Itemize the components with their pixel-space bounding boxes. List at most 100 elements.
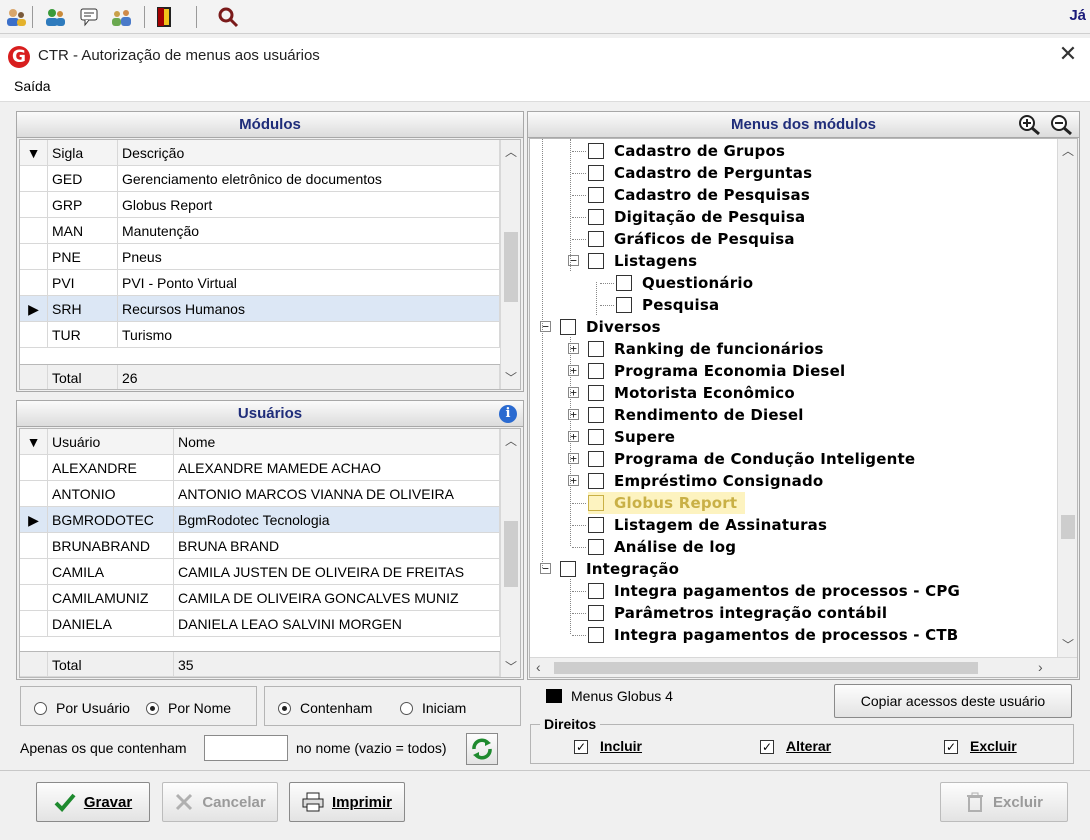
scroll-down-icon[interactable]: ﹀ <box>501 368 520 388</box>
tree-checkbox[interactable] <box>616 297 632 313</box>
people-icon[interactable] <box>110 5 134 29</box>
chat-icon[interactable] <box>78 5 102 29</box>
tree-checkbox[interactable] <box>588 341 604 357</box>
imprimir-button[interactable]: Imprimir <box>289 782 405 822</box>
table-row[interactable]: ALEXANDRE ALEXANDRE MAMEDE ACHAO <box>20 455 500 481</box>
tree-node[interactable]: Rendimento de Diesel <box>588 404 804 426</box>
user-group-icon[interactable] <box>44 5 68 29</box>
scroll-right-icon[interactable]: › <box>1038 659 1043 675</box>
scroll-thumb[interactable] <box>504 521 518 587</box>
cancelar-button[interactable]: Cancelar <box>162 782 278 822</box>
exit-door-icon[interactable] <box>152 5 176 29</box>
scroll-thumb[interactable] <box>554 662 978 674</box>
tree-node[interactable]: Cadastro de Grupos <box>588 140 785 162</box>
table-row[interactable]: BRUNABRAND BRUNA BRAND <box>20 533 500 559</box>
tree-node[interactable]: Integra pagamentos de processos - CTB <box>588 624 958 646</box>
tree-node[interactable]: Integra pagamentos de processos - CPG <box>588 580 960 602</box>
tree-checkbox[interactable] <box>588 605 604 621</box>
table-row[interactable]: GED Gerenciamento eletrônico de documento… <box>20 166 500 192</box>
users-icon[interactable] <box>4 5 28 29</box>
tree-node[interactable]: Cadastro de Perguntas <box>588 162 812 184</box>
tree-checkbox[interactable] <box>560 561 576 577</box>
column-header-descricao[interactable]: Descrição <box>118 140 500 166</box>
tree-checkbox[interactable] <box>560 319 576 335</box>
checkbox-incluir[interactable]: ✓ <box>574 740 588 754</box>
tree-node[interactable]: Listagens <box>588 250 697 272</box>
sort-indicator-icon[interactable]: ▼ <box>20 429 48 455</box>
tree-horizontal-scrollbar[interactable]: ‹ › <box>530 657 1077 677</box>
table-row[interactable]: ▶ BGMRODOTEC BgmRodotec Tecnologia <box>20 507 500 533</box>
close-button[interactable]: ✕ <box>1056 43 1080 67</box>
tree-checkbox[interactable] <box>588 539 604 555</box>
tree-checkbox[interactable] <box>588 253 604 269</box>
tree-checkbox[interactable] <box>616 275 632 291</box>
table-row[interactable]: DANIELA DANIELA LEAO SALVINI MORGEN <box>20 611 500 637</box>
column-header-usuario[interactable]: Usuário <box>48 429 174 455</box>
tree-node[interactable]: Gráficos de Pesquisa <box>588 228 795 250</box>
tree-node[interactable]: Globus Report <box>588 492 746 514</box>
copy-access-button[interactable]: Copiar acessos deste usuário <box>834 684 1072 718</box>
table-row[interactable]: GRP Globus Report <box>20 192 500 218</box>
radio-contenham[interactable] <box>278 702 291 715</box>
tree-checkbox[interactable] <box>588 495 604 511</box>
tree-node[interactable]: Listagem de Assinaturas <box>588 514 827 536</box>
tree-checkbox[interactable] <box>588 165 604 181</box>
checkbox-alterar[interactable]: ✓ <box>760 740 774 754</box>
tree-checkbox[interactable] <box>588 143 604 159</box>
table-row[interactable]: PVI PVI - Ponto Virtual <box>20 270 500 296</box>
tree-checkbox[interactable] <box>588 627 604 643</box>
scroll-up-icon[interactable]: ︿ <box>501 142 520 162</box>
tree-node[interactable]: Motorista Econômico <box>588 382 795 404</box>
tree-checkbox[interactable] <box>588 407 604 423</box>
scroll-left-icon[interactable]: ‹ <box>536 659 541 675</box>
radio-por-nome[interactable] <box>146 702 159 715</box>
table-row[interactable]: ANTONIO ANTONIO MARCOS VIANNA DE OLIVEIRA <box>20 481 500 507</box>
scroll-thumb[interactable] <box>1061 515 1075 539</box>
tree-node[interactable]: Parâmetros integração contábil <box>588 602 887 624</box>
scroll-up-icon[interactable]: ︿ <box>1058 141 1077 161</box>
tree-checkbox[interactable] <box>588 473 604 489</box>
zoom-in-icon[interactable] <box>1018 114 1042 139</box>
table-row[interactable]: ▶ SRH Recursos Humanos <box>20 296 500 322</box>
modulos-scrollbar[interactable]: ︿ ﹀ <box>500 140 520 389</box>
tree-vertical-scrollbar[interactable]: ︿ ﹀ <box>1057 139 1077 657</box>
tree-node[interactable]: Análise de log <box>588 536 736 558</box>
info-icon[interactable]: i <box>499 405 517 423</box>
tree-node[interactable]: Integração <box>560 558 679 580</box>
usuarios-scrollbar[interactable]: ︿ ﹀ <box>500 429 520 677</box>
sort-indicator-icon[interactable]: ▼ <box>20 140 48 166</box>
table-row[interactable]: TUR Turismo <box>20 322 500 348</box>
radio-por-usuario[interactable] <box>34 702 47 715</box>
tree-node[interactable]: Supere <box>588 426 675 448</box>
excluir-button[interactable]: Excluir <box>940 782 1068 822</box>
tree-node[interactable]: Cadastro de Pesquisas <box>588 184 810 206</box>
tree-node[interactable]: Programa de Condução Inteligente <box>588 448 915 470</box>
tree-node[interactable]: Diversos <box>560 316 661 338</box>
scroll-thumb[interactable] <box>504 232 518 302</box>
scroll-down-icon[interactable]: ﹀ <box>1058 635 1077 655</box>
tree-checkbox[interactable] <box>588 385 604 401</box>
table-row[interactable]: CAMILA CAMILA JUSTEN DE OLIVEIRA DE FREIT… <box>20 559 500 585</box>
table-row[interactable]: CAMILAMUNIZ CAMILA DE OLIVEIRA GONCALVES … <box>20 585 500 611</box>
checkbox-excluir[interactable]: ✓ <box>944 740 958 754</box>
table-row[interactable]: PNE Pneus <box>20 244 500 270</box>
tree-checkbox[interactable] <box>588 209 604 225</box>
menu-item-saida[interactable]: Saída <box>14 78 51 94</box>
tree-checkbox[interactable] <box>588 517 604 533</box>
zoom-out-icon[interactable] <box>1050 114 1074 139</box>
column-header-sigla[interactable]: Sigla <box>48 140 118 166</box>
tree-node[interactable]: Digitação de Pesquisa <box>588 206 805 228</box>
contains-input[interactable] <box>204 735 288 761</box>
tree-node[interactable]: Programa Economia Diesel <box>588 360 845 382</box>
tree-node[interactable]: Pesquisa <box>616 294 719 316</box>
radio-iniciam[interactable] <box>400 702 413 715</box>
tree-checkbox[interactable] <box>588 231 604 247</box>
tree-node[interactable]: Empréstimo Consignado <box>588 470 823 492</box>
tree-checkbox[interactable] <box>588 187 604 203</box>
table-row[interactable]: MAN Manutenção <box>20 218 500 244</box>
tree-node[interactable]: Questionário <box>616 272 753 294</box>
tree-checkbox[interactable] <box>588 583 604 599</box>
search-icon[interactable] <box>216 5 240 29</box>
tree-checkbox[interactable] <box>588 363 604 379</box>
refresh-button[interactable] <box>466 733 498 765</box>
